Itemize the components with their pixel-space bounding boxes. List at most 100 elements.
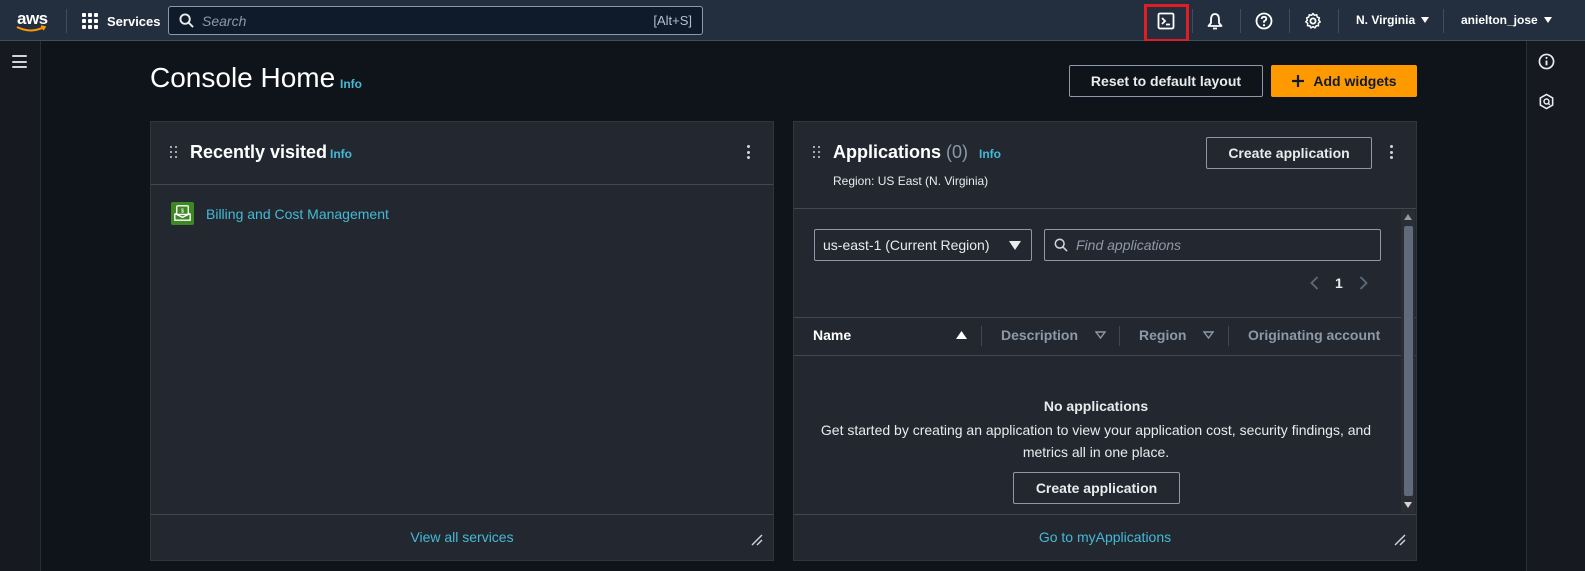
services-grid-icon xyxy=(82,12,99,30)
scroll-up-icon[interactable] xyxy=(1404,214,1412,220)
column-header-name[interactable]: Name xyxy=(813,327,851,343)
add-widgets-label: Add widgets xyxy=(1313,73,1397,89)
plus-icon xyxy=(1292,75,1305,87)
list-item[interactable]: $ Billing and Cost Management xyxy=(171,202,389,225)
application-count: (0) xyxy=(946,142,969,162)
left-side-rail xyxy=(0,41,41,571)
reset-layout-label: Reset to default layout xyxy=(1090,73,1242,89)
page-info-link[interactable]: Info xyxy=(340,77,362,91)
region-label: N. Virginia xyxy=(1356,13,1416,27)
info-panel-icon[interactable] xyxy=(1538,53,1555,70)
find-applications-box[interactable] xyxy=(1044,229,1381,261)
column-header-originating-account[interactable]: Originating account xyxy=(1248,327,1380,343)
page-number[interactable]: 1 xyxy=(1335,275,1343,291)
create-application-label: Create application xyxy=(1228,145,1350,161)
region-select-value: us-east-1 (Current Region) xyxy=(823,237,990,253)
services-menu-button[interactable]: Services xyxy=(82,11,161,31)
nav-divider xyxy=(1338,9,1339,33)
applications-scrollbar[interactable] xyxy=(1401,210,1415,513)
recently-visited-widget: Recently visited Info $ Billing and Cost… xyxy=(150,121,774,561)
right-side-rail xyxy=(1526,41,1585,571)
empty-state-text: Get started by creating an application t… xyxy=(820,422,1372,438)
region-selector[interactable]: N. Virginia xyxy=(1356,13,1430,27)
amazon-q-icon[interactable] xyxy=(1538,93,1555,110)
widget-info-link[interactable]: Info xyxy=(979,147,1001,161)
caret-down-icon xyxy=(1009,240,1021,250)
widget-title-group: Applications (0) Info xyxy=(833,142,1001,163)
widget-actions-menu[interactable] xyxy=(1390,145,1394,159)
widget-title: Recently visited xyxy=(190,142,328,162)
cloudshell-button[interactable] xyxy=(1155,10,1177,32)
chevron-left-icon[interactable] xyxy=(1310,276,1319,290)
empty-state-title: No applications xyxy=(1043,398,1149,414)
drag-handle-icon[interactable] xyxy=(813,146,821,160)
footer: View all services xyxy=(151,529,773,547)
divider xyxy=(794,514,1416,515)
add-widgets-button[interactable]: Add widgets xyxy=(1271,65,1417,97)
help-button[interactable] xyxy=(1253,10,1275,32)
column-separator[interactable] xyxy=(981,326,982,346)
top-navigation-bar: aws Services [Alt+S] xyxy=(0,0,1585,42)
go-to-myapplications-link[interactable]: Go to myApplications xyxy=(1039,529,1171,545)
nav-divider xyxy=(66,9,67,33)
global-search-box[interactable]: [Alt+S] xyxy=(168,6,703,35)
empty-state-text: metrics all in one place. xyxy=(1022,444,1170,460)
widget-info-link[interactable]: Info xyxy=(330,147,352,161)
sort-icon[interactable] xyxy=(1095,331,1106,339)
gear-icon xyxy=(1305,12,1321,29)
account-menu[interactable]: anielton_jose xyxy=(1461,13,1552,27)
resize-handle-icon[interactable] xyxy=(1394,534,1406,546)
menu-toggle-button[interactable] xyxy=(12,55,27,68)
settings-button[interactable] xyxy=(1302,10,1324,32)
search-input[interactable] xyxy=(202,12,654,29)
resize-handle-icon[interactable] xyxy=(751,534,763,546)
widget-title: Applications xyxy=(833,142,942,162)
sort-ascending-icon[interactable] xyxy=(956,331,967,339)
cloudshell-icon xyxy=(1157,12,1175,30)
bell-icon xyxy=(1207,13,1223,30)
region-note: Region: US East (N. Virginia) xyxy=(833,174,989,188)
account-username: anielton_jose xyxy=(1461,13,1538,27)
column-header-description[interactable]: Description xyxy=(1001,327,1078,343)
aws-smile-icon xyxy=(16,25,46,32)
divider xyxy=(794,355,1416,356)
search-shortcut-hint: [Alt+S] xyxy=(653,13,692,28)
nav-divider xyxy=(1192,9,1193,33)
scrollbar-thumb[interactable] xyxy=(1404,226,1413,496)
services-label: Services xyxy=(107,13,161,29)
notifications-button[interactable] xyxy=(1204,10,1226,32)
search-icon xyxy=(179,13,194,28)
footer: Go to myApplications xyxy=(794,529,1416,547)
column-header-region[interactable]: Region xyxy=(1139,327,1186,343)
divider xyxy=(151,514,773,515)
column-separator[interactable] xyxy=(1119,326,1120,346)
divider xyxy=(794,317,1416,318)
divider xyxy=(151,184,773,185)
column-separator[interactable] xyxy=(1228,326,1229,346)
widget-actions-menu[interactable] xyxy=(747,145,751,159)
search-icon xyxy=(1054,238,1068,252)
caret-down-icon xyxy=(1543,17,1552,23)
aws-logo[interactable]: aws xyxy=(14,9,50,33)
caret-down-icon xyxy=(1421,17,1430,23)
find-applications-input[interactable] xyxy=(1076,237,1380,253)
nav-divider xyxy=(1240,9,1241,33)
region-select[interactable]: us-east-1 (Current Region) xyxy=(814,229,1032,261)
create-application-button[interactable]: Create application xyxy=(1206,137,1372,169)
chevron-right-icon[interactable] xyxy=(1359,276,1368,290)
view-all-services-link[interactable]: View all services xyxy=(410,529,513,545)
divider xyxy=(794,208,1416,209)
page-title: Console Home xyxy=(150,62,336,93)
list-item-label: Billing and Cost Management xyxy=(206,205,389,222)
nav-divider xyxy=(1443,9,1444,33)
create-application-label: Create application xyxy=(1035,480,1158,496)
scroll-down-icon[interactable] xyxy=(1404,502,1412,508)
sort-icon[interactable] xyxy=(1203,331,1214,339)
drag-handle-icon[interactable] xyxy=(170,146,178,160)
reset-layout-button[interactable]: Reset to default layout xyxy=(1069,65,1263,97)
pagination: 1 xyxy=(1310,275,1368,291)
help-icon xyxy=(1255,12,1273,30)
nav-divider xyxy=(1289,9,1290,33)
empty-state: No applications Get started by creating … xyxy=(794,398,1398,460)
empty-create-application-button[interactable]: Create application xyxy=(1013,472,1180,504)
